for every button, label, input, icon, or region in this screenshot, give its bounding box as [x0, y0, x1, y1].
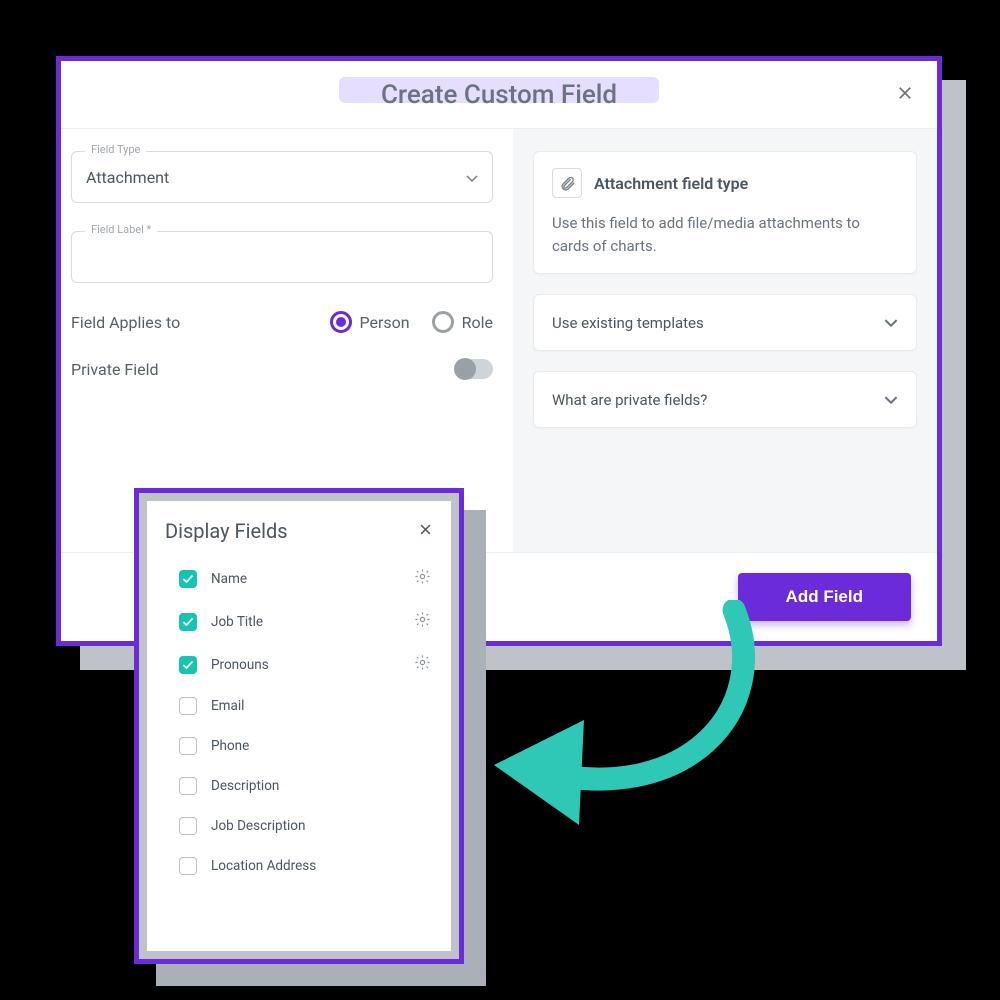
- field-label-input[interactable]: [71, 231, 493, 283]
- private-field-row: Private Field: [71, 359, 493, 379]
- field-type-label: Field Type: [85, 143, 146, 156]
- field-type-select[interactable]: Attachment: [71, 151, 493, 203]
- display-field-list: Name Job Title Pronouns Email Phone Descripti…: [165, 557, 433, 886]
- checkbox-unchecked-icon[interactable]: [179, 697, 197, 715]
- field-name-label: Job Title: [211, 614, 263, 630]
- checkbox-unchecked-icon[interactable]: [179, 857, 197, 875]
- modal-title: Create Custom Field: [381, 80, 617, 110]
- use-existing-templates-accordion[interactable]: Use existing templates: [533, 294, 917, 351]
- accordion1-label: Use existing templates: [552, 314, 704, 332]
- display-field-item[interactable]: Job Title: [165, 600, 433, 643]
- field-label-group: Field Label *: [71, 231, 493, 283]
- radio-unselected-icon: [432, 311, 454, 333]
- field-name-label: Name: [211, 571, 247, 587]
- private-field-toggle[interactable]: [455, 359, 493, 379]
- checkbox-checked-icon[interactable]: [179, 613, 197, 631]
- chevron-down-icon: [466, 168, 478, 187]
- modal-header: Create Custom Field: [61, 61, 937, 129]
- field-type-value: Attachment: [86, 168, 169, 187]
- display-field-item[interactable]: Email: [165, 686, 433, 726]
- radio-role-label: Role: [462, 313, 493, 332]
- radio-person-label: Person: [360, 313, 410, 332]
- field-name-label: Phone: [211, 738, 249, 754]
- field-type-info-card: Attachment field type Use this field to …: [533, 151, 917, 274]
- display-field-item[interactable]: Name: [165, 557, 433, 600]
- chevron-down-icon: [884, 390, 898, 409]
- add-field-button[interactable]: Add Field: [738, 573, 911, 621]
- paperclip-icon: [552, 168, 582, 198]
- field-label-label: Field Label *: [85, 223, 157, 236]
- popup-title: Display Fields: [165, 519, 288, 543]
- private-fields-accordion[interactable]: What are private fields?: [533, 371, 917, 428]
- checkbox-checked-icon[interactable]: [179, 570, 197, 588]
- checkbox-checked-icon[interactable]: [179, 656, 197, 674]
- field-name-label: Pronouns: [211, 657, 269, 673]
- display-field-item[interactable]: Job Description: [165, 806, 433, 846]
- toggle-knob-icon: [454, 358, 476, 380]
- radio-selected-icon: [330, 311, 352, 333]
- private-field-label: Private Field: [71, 360, 159, 379]
- info-column: Attachment field type Use this field to …: [513, 129, 937, 552]
- display-field-item[interactable]: Phone: [165, 726, 433, 766]
- gear-icon[interactable]: [414, 568, 431, 589]
- checkbox-unchecked-icon[interactable]: [179, 777, 197, 795]
- display-field-item[interactable]: Description: [165, 766, 433, 806]
- accordion2-label: What are private fields?: [552, 391, 707, 409]
- chevron-down-icon: [884, 313, 898, 332]
- gear-icon[interactable]: [414, 654, 431, 675]
- info-desc: Use this field to add file/media attachm…: [552, 212, 898, 257]
- radio-person[interactable]: Person: [330, 311, 410, 333]
- close-icon: [896, 84, 914, 102]
- checkbox-unchecked-icon[interactable]: [179, 817, 197, 835]
- field-name-label: Job Description: [211, 818, 305, 834]
- field-name-label: Description: [211, 778, 279, 794]
- gear-icon[interactable]: [414, 611, 431, 632]
- display-fields-popup: Display Fields Name Job Title Pronouns Emai…: [134, 488, 464, 964]
- applies-to-radio-group: Person Role: [330, 311, 493, 333]
- display-field-item[interactable]: Location Address: [165, 846, 433, 886]
- applies-to-label: Field Applies to: [71, 313, 180, 332]
- field-name-label: Email: [211, 698, 244, 714]
- popup-close-button[interactable]: [418, 522, 433, 541]
- popup-header: Display Fields: [165, 519, 433, 543]
- checkbox-unchecked-icon[interactable]: [179, 737, 197, 755]
- field-type-group: Field Type Attachment: [71, 151, 493, 203]
- radio-role[interactable]: Role: [432, 311, 493, 333]
- close-button[interactable]: [891, 79, 919, 107]
- applies-to-row: Field Applies to Person Role: [71, 311, 493, 333]
- display-field-item[interactable]: Pronouns: [165, 643, 433, 686]
- info-title: Attachment field type: [594, 174, 748, 193]
- field-name-label: Location Address: [211, 858, 316, 874]
